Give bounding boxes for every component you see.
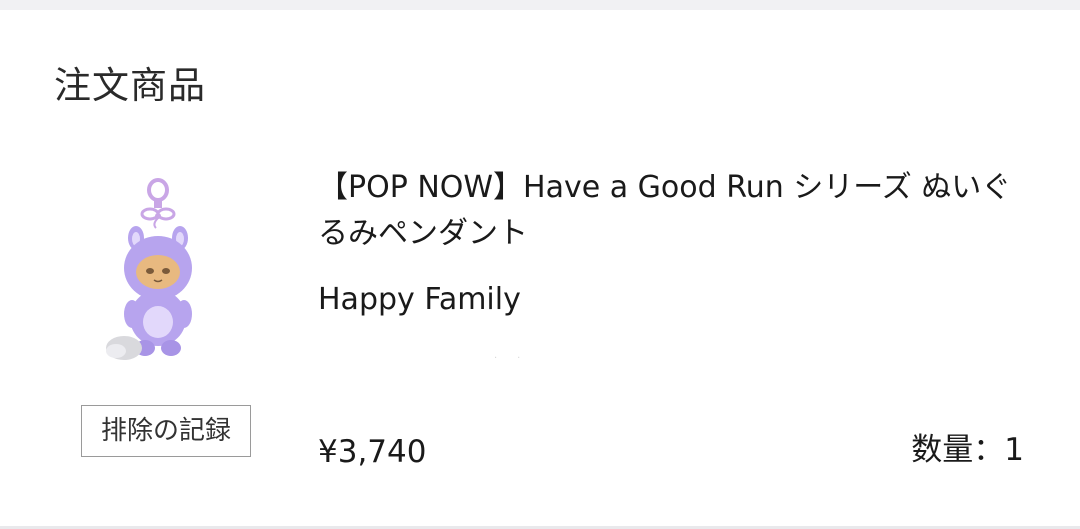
exclude-record-button[interactable]: 排除の記録 <box>81 405 251 457</box>
quantity-separator: ： <box>973 432 1005 468</box>
quantity: 数量：1 <box>911 428 1024 472</box>
quantity-label: 数量 <box>911 432 974 468</box>
product-name[interactable]: 【POP NOW】Have a Good Run シリーズ ぬいぐるみペンダント <box>318 165 1018 257</box>
top-divider <box>0 0 1080 10</box>
quantity-value: 1 <box>1004 432 1024 468</box>
product-variant: Happy Family <box>318 282 521 317</box>
product-price: ¥3,740 <box>318 434 427 470</box>
plush-keychain-icon[interactable] <box>90 176 210 376</box>
separator-dots: ·· <box>494 353 541 364</box>
order-items-page: 注文商品 【POP NOW】Have a Good Run シリーズ ぬいぐるみ… <box>0 0 1080 529</box>
section-title: 注文商品 <box>54 64 206 107</box>
